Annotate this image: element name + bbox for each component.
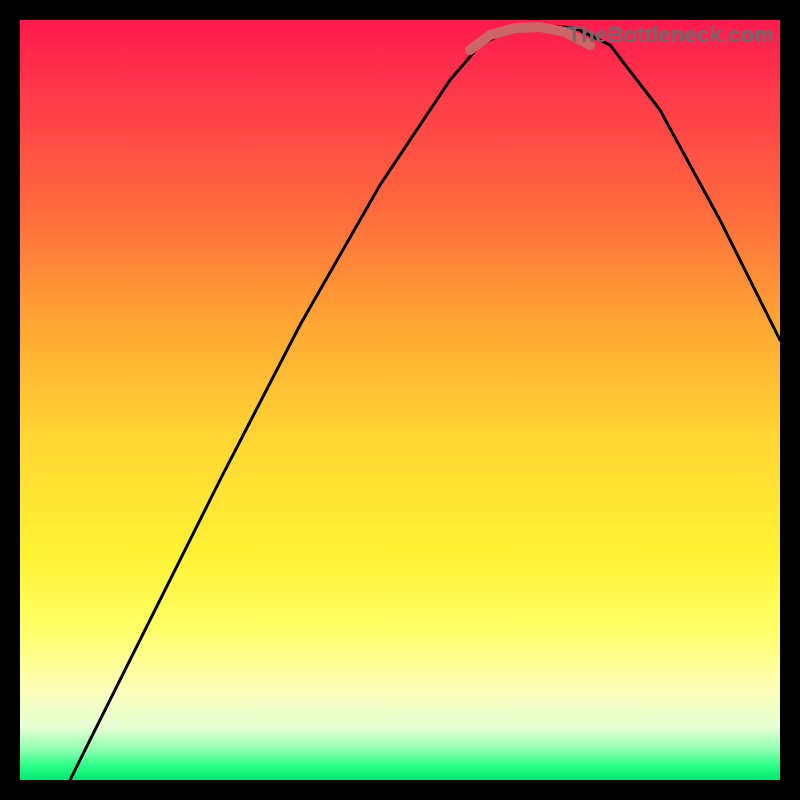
chart-frame: TheBottleneck.com	[20, 20, 780, 780]
watermark-text: TheBottleneck.com	[568, 22, 774, 48]
chart-svg	[20, 20, 780, 780]
bottleneck-curve	[70, 25, 780, 780]
